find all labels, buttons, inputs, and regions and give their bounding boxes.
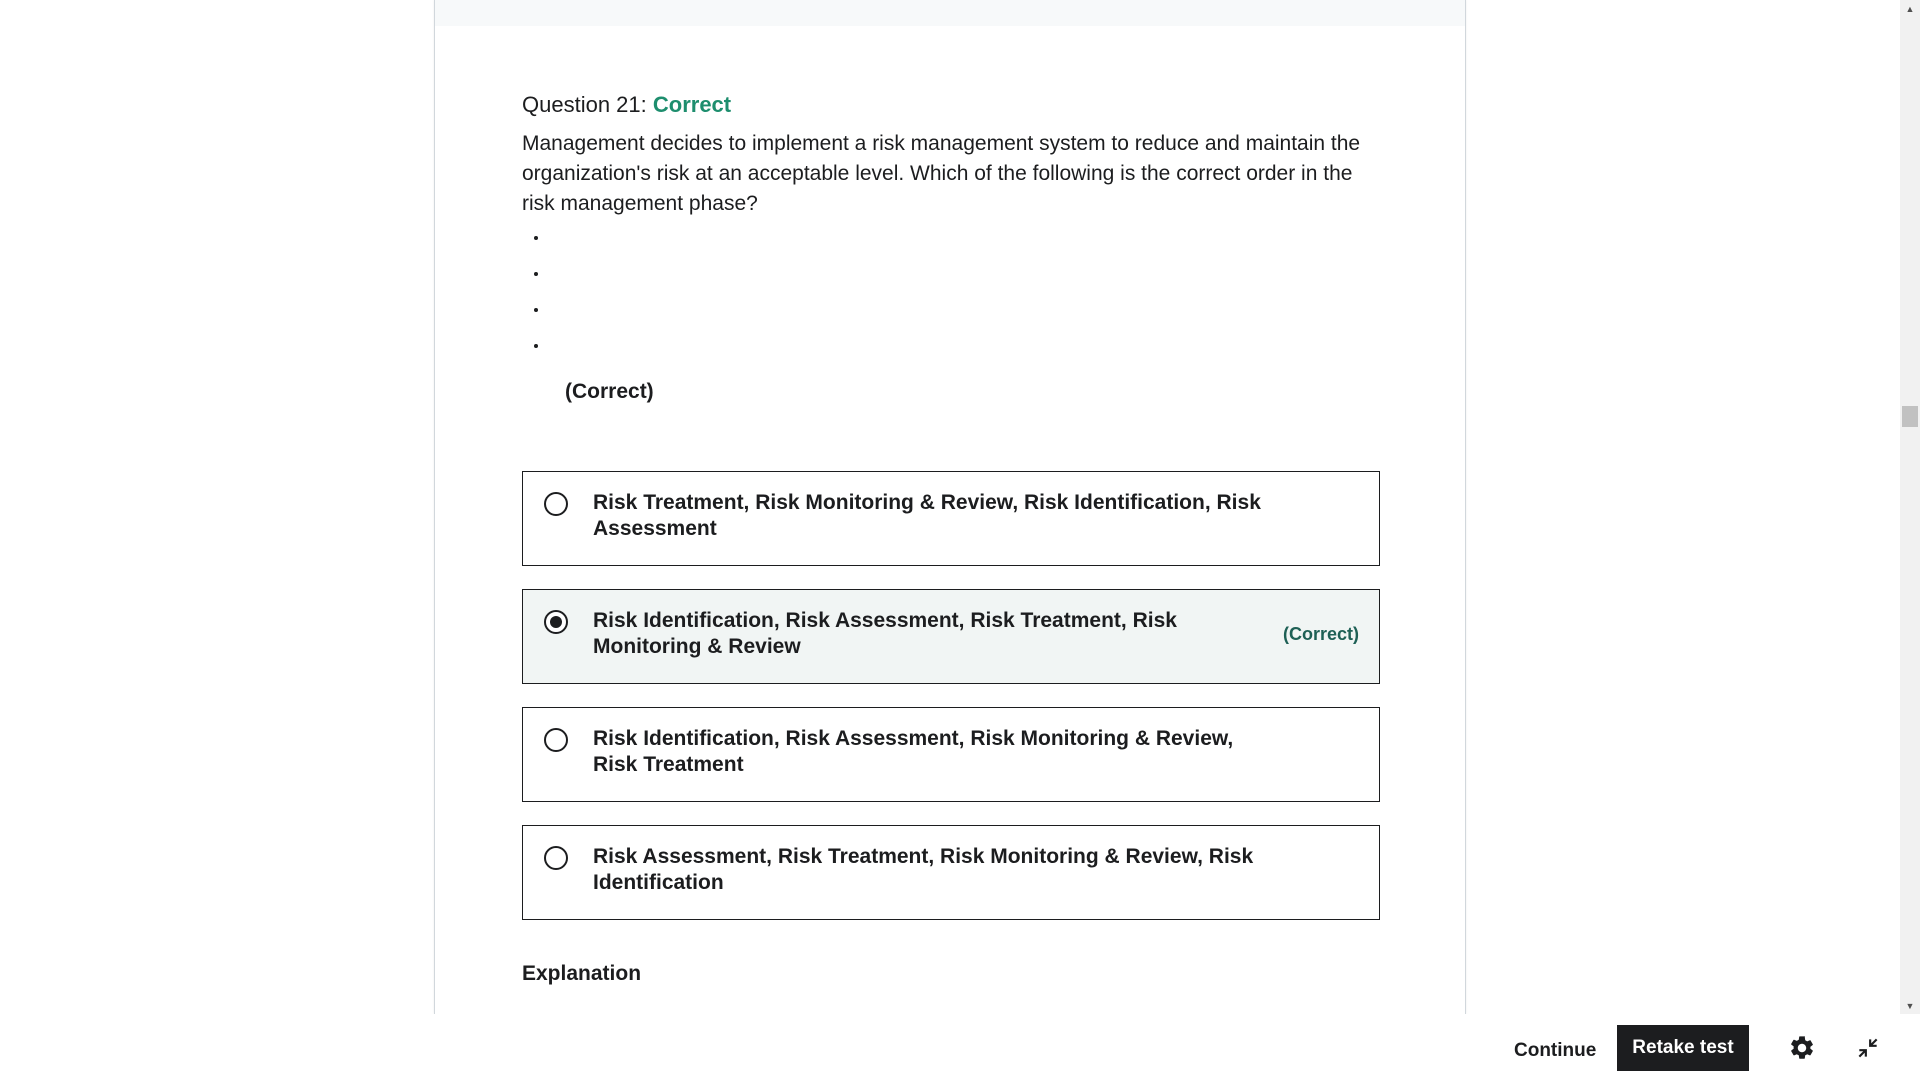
answer-options: Risk Treatment, Risk Monitoring & Review…: [522, 471, 1380, 920]
answer-option-label: Risk Treatment, Risk Monitoring & Review…: [593, 491, 1261, 540]
answer-option-3[interactable]: Risk Identification, Risk Assessment, Ri…: [522, 707, 1380, 802]
radio-button[interactable]: [544, 492, 568, 516]
radio-button[interactable]: [544, 846, 568, 870]
answer-option-label: Risk Assessment, Risk Treatment, Risk Mo…: [593, 845, 1254, 894]
question-number: Question 21:: [522, 92, 653, 117]
question-result: Correct: [652, 92, 732, 117]
collapse-icon: [1858, 1038, 1878, 1058]
radio-button-selected[interactable]: [544, 610, 568, 634]
scroll-down-arrow-icon[interactable]: ▼: [1900, 997, 1920, 1014]
gear-icon: [1791, 1036, 1813, 1059]
scroll-up-arrow-icon[interactable]: ▲: [1900, 0, 1920, 17]
radio-button[interactable]: [544, 728, 568, 752]
scrollbar-thumb[interactable]: [1902, 406, 1918, 427]
bottom-action-bar: Continue Retake test: [0, 1014, 1920, 1080]
list-item: [549, 301, 1380, 337]
answer-option-1[interactable]: Risk Treatment, Risk Monitoring & Review…: [522, 471, 1380, 566]
continue-button[interactable]: Continue: [1500, 1028, 1610, 1074]
question-content: Question 21: Correct Management decides …: [522, 90, 1380, 986]
settings-button[interactable]: [1782, 1028, 1822, 1068]
card-header-strip: [435, 0, 1465, 26]
list-item: [549, 337, 1380, 373]
answer-option-2[interactable]: Risk Identification, Risk Assessment, Ri…: [522, 589, 1380, 684]
list-item: [549, 229, 1380, 265]
answer-option-label: Risk Identification, Risk Assessment, Ri…: [593, 727, 1234, 776]
exit-fullscreen-button[interactable]: [1848, 1028, 1888, 1068]
answer-option-4[interactable]: Risk Assessment, Risk Treatment, Risk Mo…: [522, 825, 1380, 920]
question-card: Question 21: Correct Management decides …: [434, 0, 1466, 1014]
retake-test-button[interactable]: Retake test: [1617, 1025, 1749, 1071]
vertical-scrollbar[interactable]: ▲ ▼: [1900, 0, 1920, 1014]
quiz-review-viewport: Question 21: Correct Management decides …: [0, 0, 1920, 1014]
question-text: Management decides to implement a risk m…: [522, 132, 1361, 215]
correct-note: (Correct): [565, 380, 654, 403]
answer-option-label: Risk Identification, Risk Assessment, Ri…: [593, 609, 1177, 658]
question-heading: Question 21: Correct: [522, 90, 1380, 120]
explanation-heading: Explanation: [522, 962, 642, 985]
empty-bullet-list: [522, 229, 1380, 373]
list-item: [549, 265, 1380, 301]
correct-tag: (Correct): [1282, 624, 1359, 644]
